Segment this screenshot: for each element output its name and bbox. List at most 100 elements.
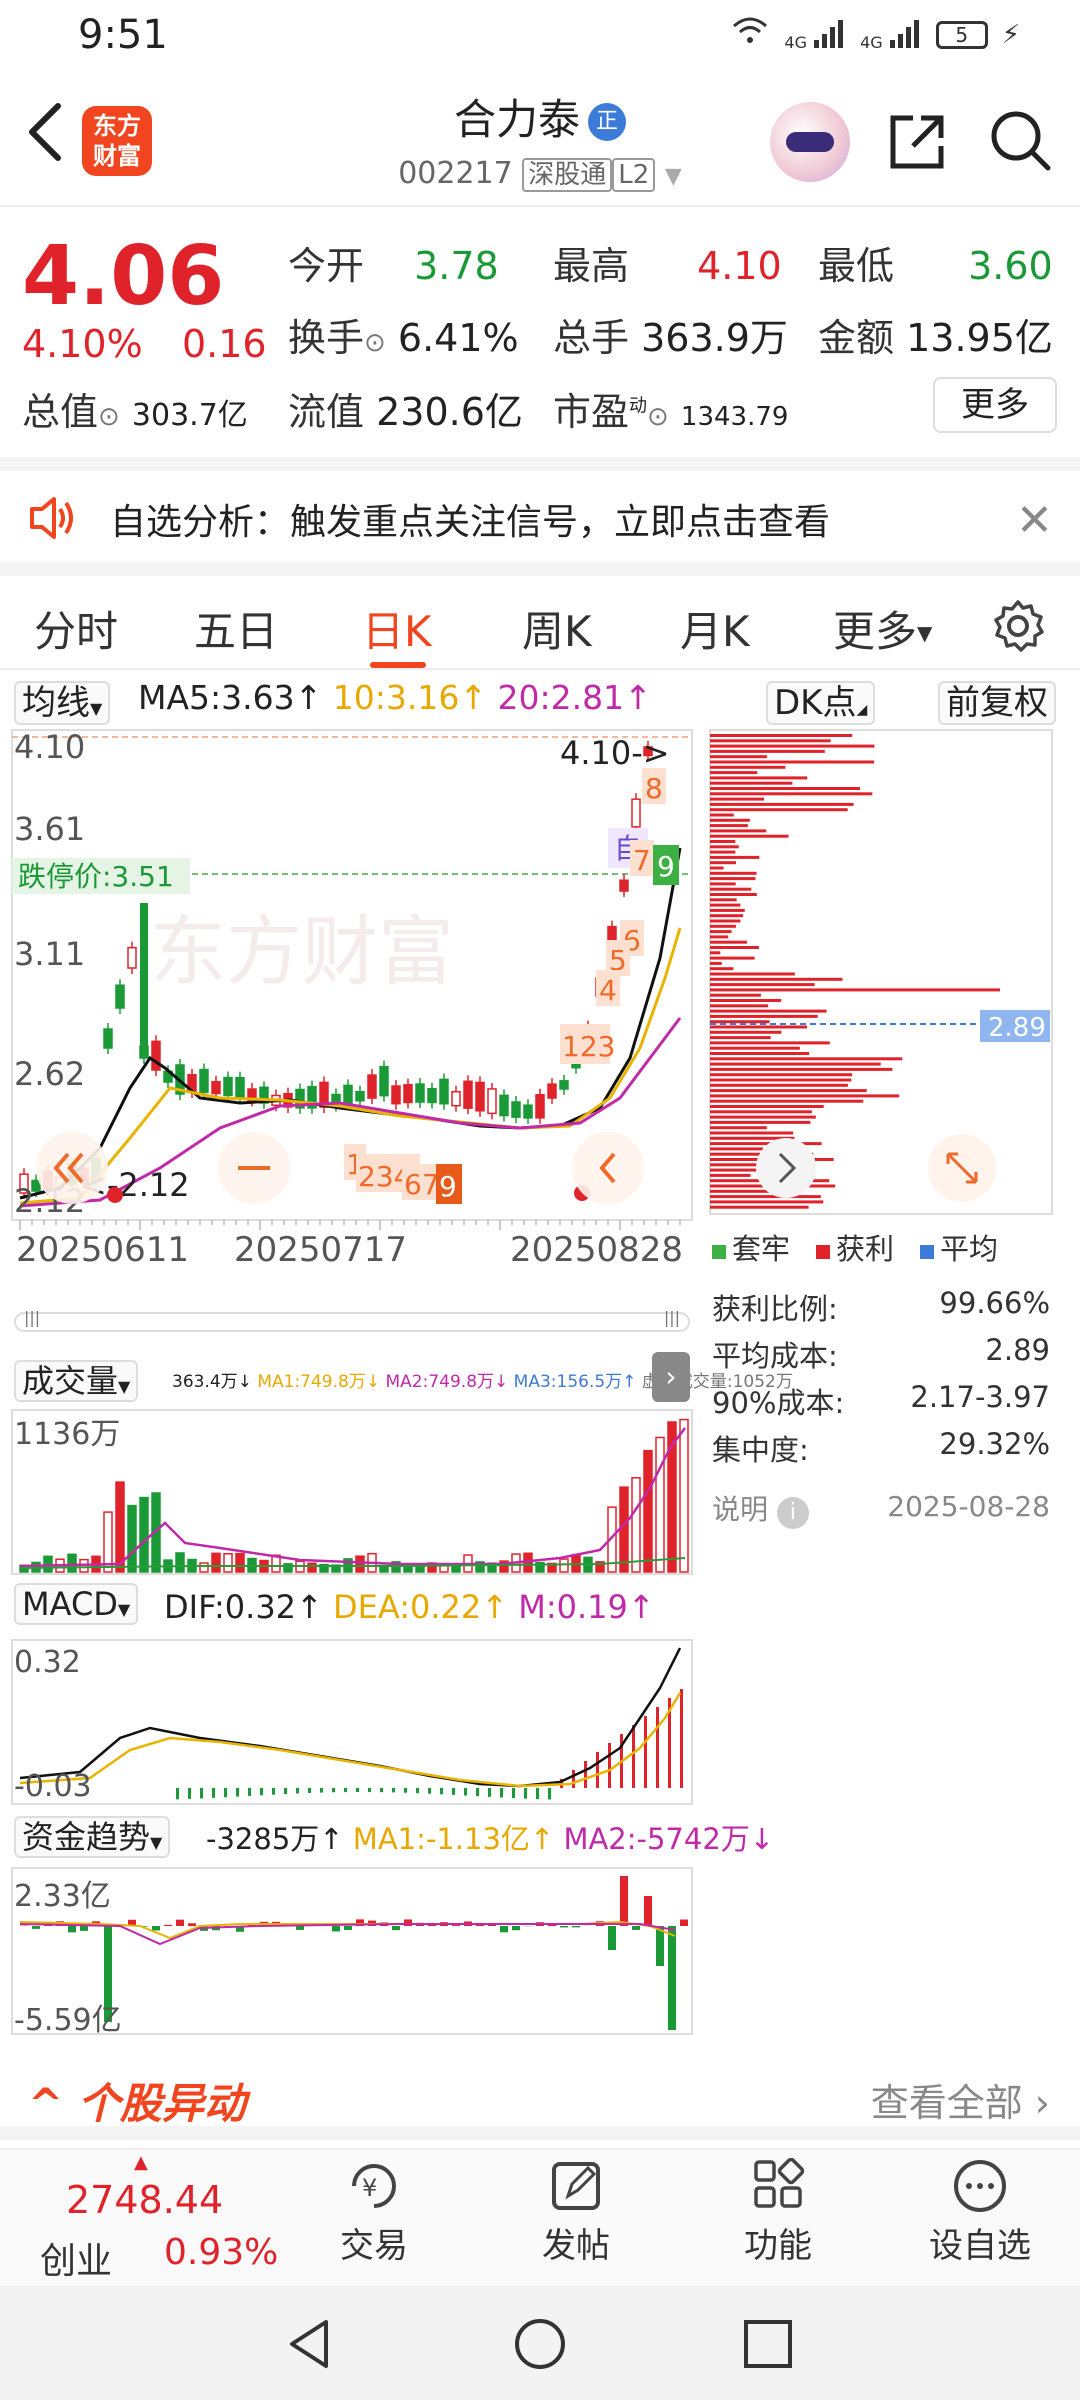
fund-bar <box>188 1923 196 1926</box>
volume-bar <box>631 1477 641 1573</box>
fund-trend-chart: 2.33亿 -5.59亿 <box>11 1867 693 2036</box>
kline-chart[interactable]: 东方财富 4.10 3.61 3.11 2.62 2.12 跌停价:3.51 4… <box>0 728 700 1228</box>
candle <box>151 1040 161 1071</box>
signal-icon-2: 4G <box>860 18 922 52</box>
volume-bar <box>223 1552 233 1573</box>
volume-selector[interactable]: 成交量▼ <box>14 1356 139 1402</box>
macd-bar <box>320 1788 323 1793</box>
chip-bar <box>710 951 721 955</box>
macd-bar <box>404 1788 407 1793</box>
chip-bar <box>710 1083 848 1087</box>
double-left-button[interactable] <box>36 1132 108 1204</box>
fund-bar <box>560 1926 568 1928</box>
candle <box>379 1065 389 1097</box>
legend-trapped: 套牢 <box>712 1226 790 1268</box>
alert-banner[interactable]: 自选分析：触发重点关注信号，立即点击查看 ✕ <box>0 457 1080 562</box>
time-range-scrollbar[interactable]: ||| ||| <box>14 1308 690 1332</box>
back-triangle-icon[interactable] <box>282 2316 338 2376</box>
ma10-value: 10:3.16↑ <box>332 678 488 717</box>
chip-bar <box>710 797 765 801</box>
nav-trade[interactable]: ¥ 交易 <box>324 2158 424 2267</box>
fund-bar <box>80 1926 88 1931</box>
macd-bar <box>536 1788 539 1800</box>
chip-bar <box>710 1067 893 1071</box>
chip-legend: 套牢 获利 平均 <box>712 1226 998 1268</box>
fund-trend-selector[interactable]: 资金趋势▼ <box>14 1812 171 1858</box>
chip-bar <box>710 1030 782 1034</box>
section-title[interactable]: ^ 个股异动 <box>28 2070 246 2131</box>
chip-bar <box>710 893 757 896</box>
zoom-out-button[interactable] <box>218 1132 290 1204</box>
chip-bar <box>710 903 741 907</box>
nav-post[interactable]: 发帖 <box>526 2158 626 2267</box>
open-item: 今开 3.78 <box>288 244 499 288</box>
ma-selector[interactable]: 均线▼ <box>14 675 111 725</box>
fund-bar <box>68 1926 76 1933</box>
home-circle-icon[interactable] <box>512 2316 568 2376</box>
candle <box>115 984 125 1009</box>
chip-bar <box>710 946 759 949</box>
more-button[interactable]: 更多 <box>933 377 1057 433</box>
index-value: 2748.44 <box>66 2178 224 2222</box>
tab-weekly-k[interactable]: 周K <box>522 598 592 659</box>
chip-bar <box>710 882 736 886</box>
limit-down-label: 跌停价:3.51 <box>12 858 190 894</box>
chip-note-link[interactable]: 说明 i <box>712 1488 809 1529</box>
dk-point-button[interactable]: DK点◢ <box>766 675 876 725</box>
stock-badge: 正 <box>588 103 626 141</box>
volume-max-label: 1136万 <box>14 1417 120 1452</box>
dropdown-icon[interactable]: ▼ <box>665 164 682 189</box>
chip-bar <box>710 760 875 764</box>
index-ticker[interactable]: ▲ 2748.44 创业 0.93% <box>0 2152 278 2282</box>
tab-more[interactable]: 更多▼ <box>833 598 932 659</box>
candle <box>631 798 641 828</box>
pe-item: 市盈动⊙ 1343.79 <box>553 390 789 434</box>
expand-arrow-icon[interactable]: › <box>652 1352 690 1402</box>
chip-bar <box>710 961 722 965</box>
step-left-button[interactable] <box>572 1132 644 1204</box>
chip-bar <box>710 744 875 748</box>
chip-bar <box>710 840 736 843</box>
svg-text:123: 123 <box>562 1030 615 1063</box>
search-icon[interactable] <box>988 108 1052 172</box>
chip-bar <box>710 1052 810 1055</box>
tab-five-day[interactable]: 五日 <box>194 598 278 659</box>
assistant-avatar[interactable] <box>770 102 850 182</box>
tab-monthly-k[interactable]: 月K <box>680 598 750 659</box>
close-icon[interactable]: ✕ <box>1016 495 1053 546</box>
volume-chart: 1136万 <box>11 1409 693 1575</box>
alert-text: 自选分析：触发重点关注信号，立即点击查看 <box>110 502 831 543</box>
low-item: 最低 3.60 <box>818 244 1053 288</box>
chip-bar <box>710 977 843 981</box>
gear-icon[interactable] <box>990 598 1046 654</box>
index-pct: 0.93% <box>164 2232 279 2273</box>
chip-bar <box>710 829 767 833</box>
view-all-link[interactable]: 查看全部 › <box>871 2072 1050 2127</box>
macd-bar <box>356 1788 359 1793</box>
svg-text:7: 7 <box>633 844 651 877</box>
ma5-value: MA5:3.63↑ <box>138 678 323 717</box>
macd-selector[interactable]: MACD▼ <box>14 1583 139 1625</box>
nav-add-watchlist[interactable]: 设自选 <box>920 2158 1040 2267</box>
candle <box>391 1085 401 1105</box>
chip-bar <box>710 1041 830 1045</box>
share-icon[interactable] <box>885 110 949 174</box>
recents-square-icon[interactable] <box>740 2316 796 2376</box>
nav-functions[interactable]: 功能 <box>728 2157 828 2267</box>
macd-bar <box>596 1752 599 1788</box>
volume-bar <box>619 1486 629 1573</box>
tab-daily-k[interactable]: 日K <box>362 598 432 659</box>
macd-bar <box>524 1788 527 1799</box>
adjust-button[interactable]: 前复权 <box>938 675 1056 725</box>
chip-bar <box>710 850 736 854</box>
expand-icon[interactable] <box>928 1134 996 1202</box>
tab-intraday[interactable]: 分时 <box>34 598 118 659</box>
stock-code: 002217 <box>398 156 513 191</box>
candle <box>403 1084 413 1104</box>
macd-bar <box>308 1788 311 1793</box>
stat-profit-label: 获利比例: <box>712 1292 838 1326</box>
chip-bar <box>710 802 854 806</box>
ma-values: MA5:3.63↑ 10:3.16↑ 20:2.81↑ <box>138 678 652 717</box>
fund-bar <box>404 1919 412 1926</box>
chip-next-button[interactable] <box>756 1138 816 1198</box>
